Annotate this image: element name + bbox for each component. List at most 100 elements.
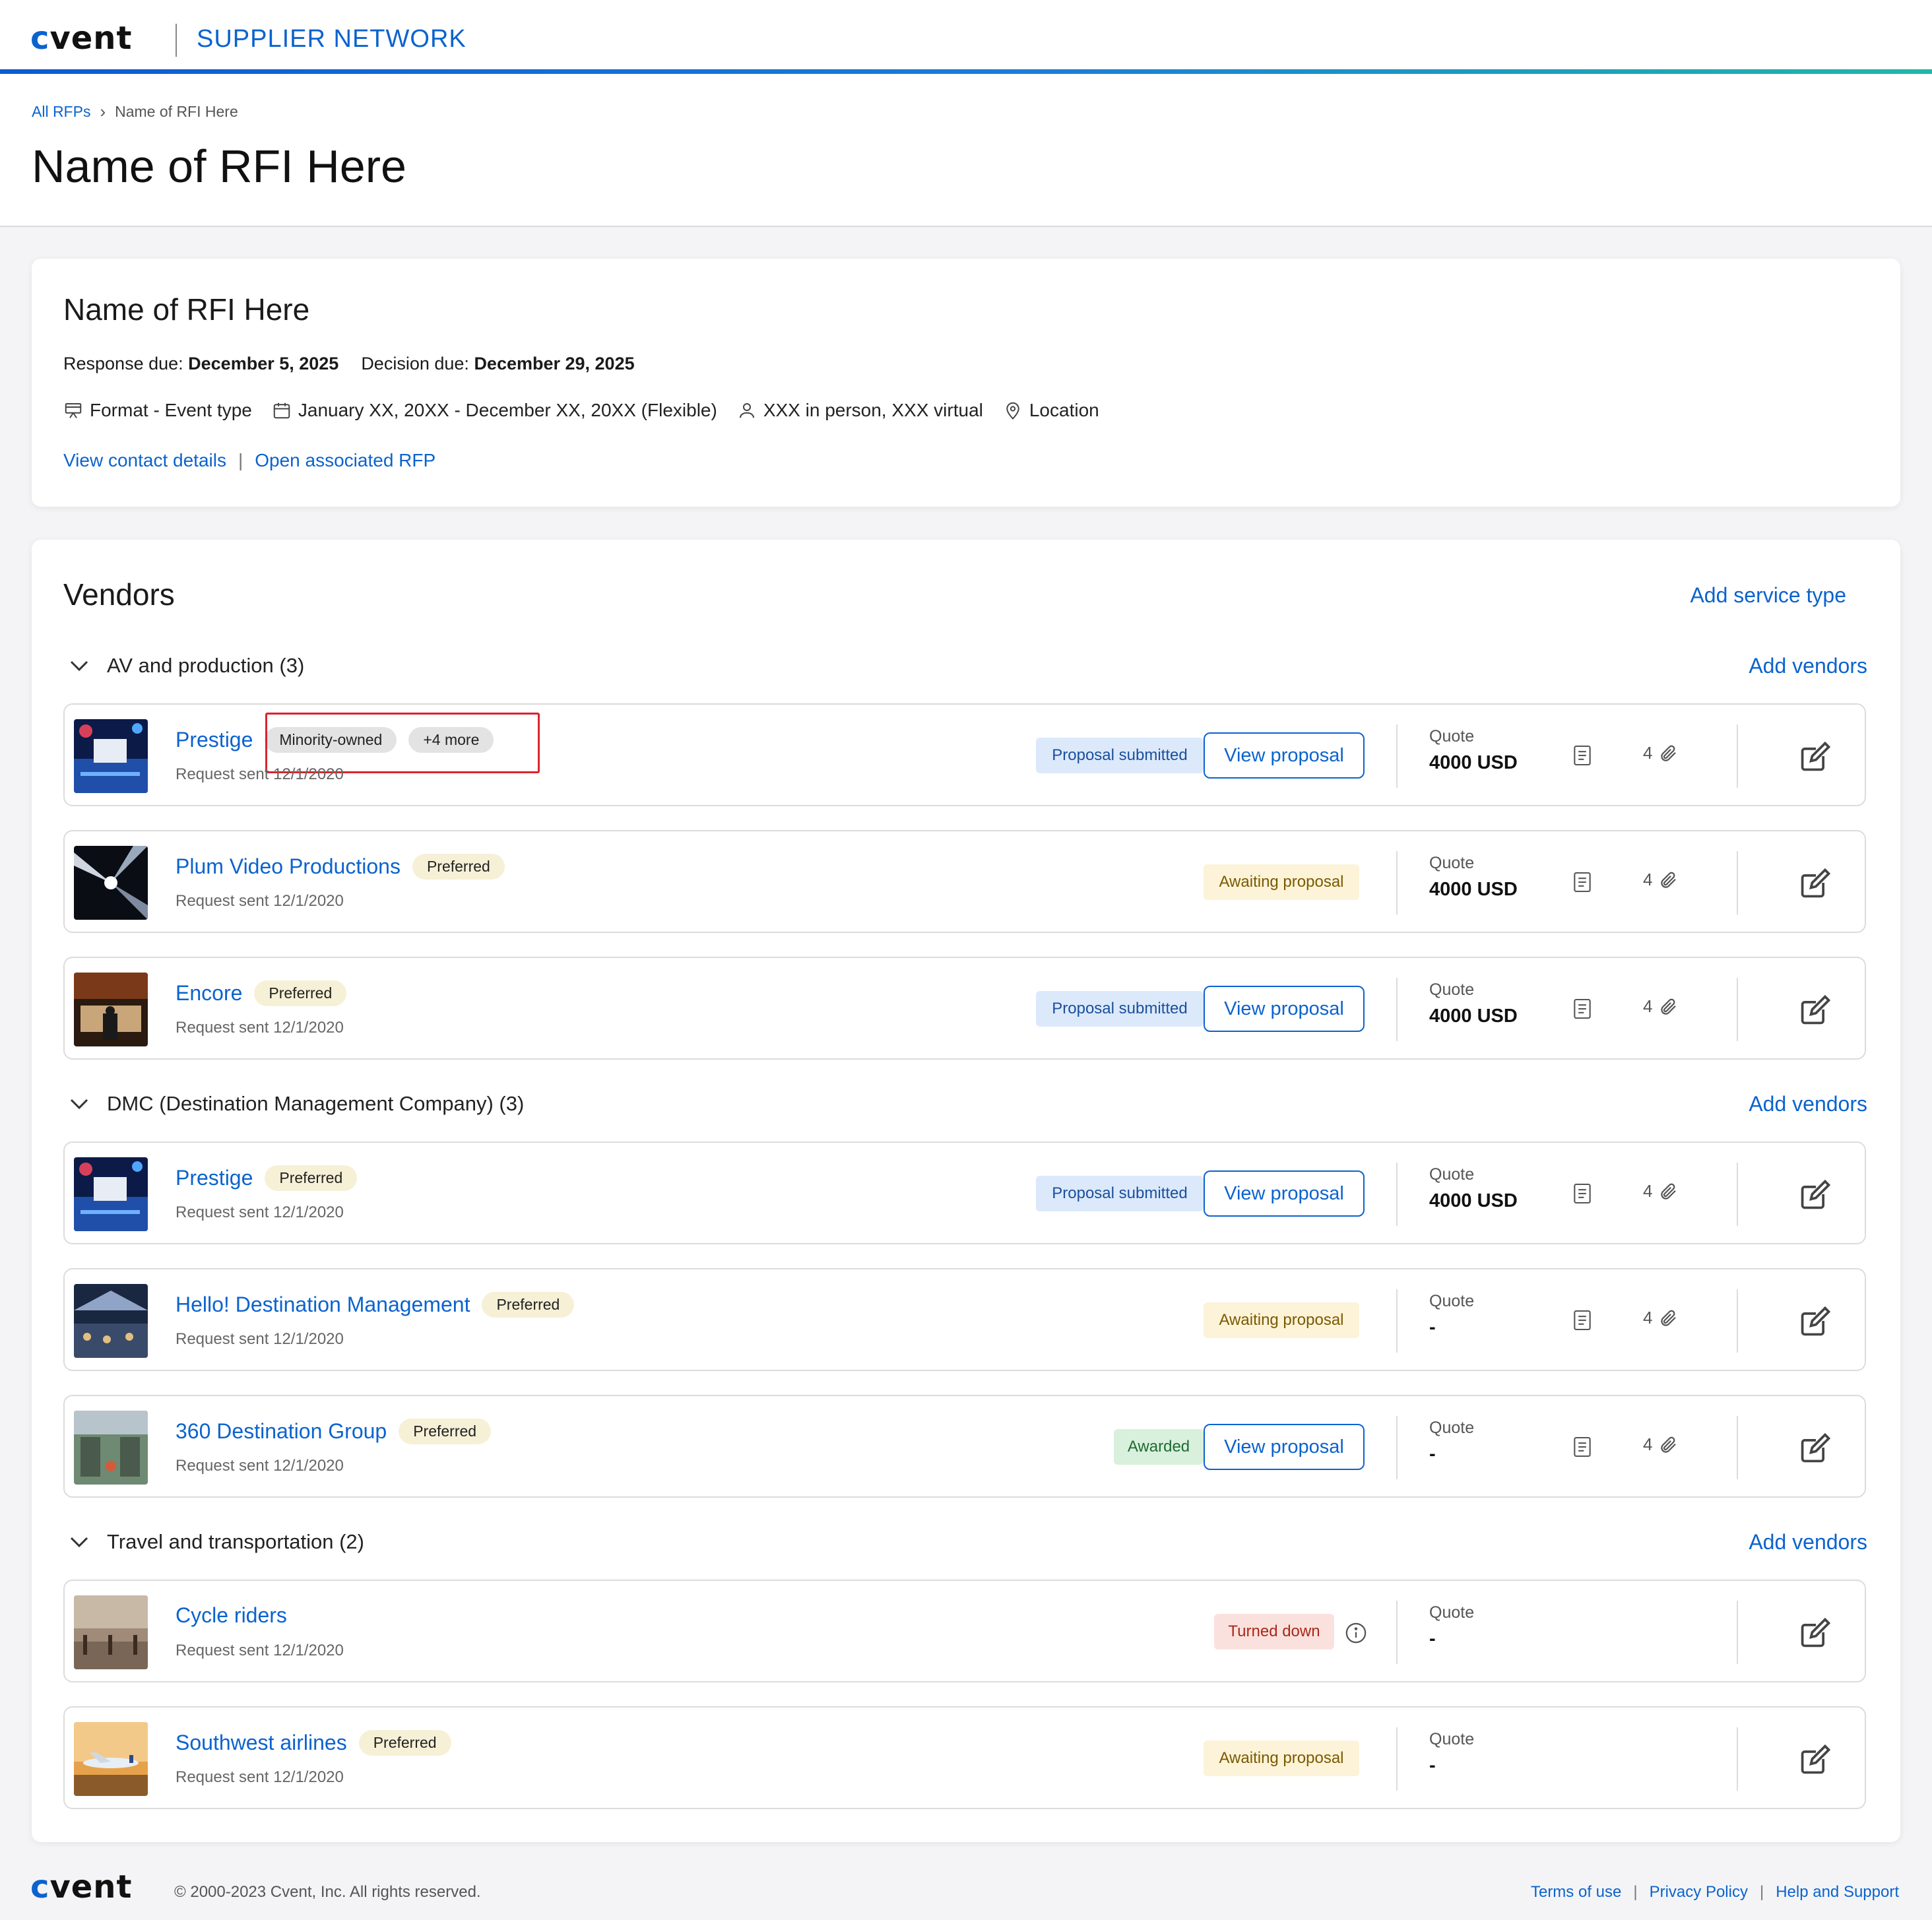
- preferred-badge: Preferred: [399, 1419, 492, 1444]
- vendor-name-link[interactable]: Plum Video Productions: [176, 854, 401, 879]
- vendor-name-link[interactable]: Southwest airlines: [176, 1731, 347, 1755]
- quote-value: 4000 USD: [1429, 879, 1518, 900]
- edit-icon[interactable]: [1799, 1742, 1833, 1776]
- view-proposal-button[interactable]: View proposal: [1204, 1424, 1365, 1470]
- meta-format-text: Format - Event type: [90, 400, 252, 420]
- divider: [1396, 1416, 1398, 1479]
- top-bar: cvent SUPPLIER NETWORK: [0, 0, 1932, 74]
- edit-icon[interactable]: [1799, 1177, 1833, 1211]
- request-sent-text: Request sent 12/1/2020: [176, 1203, 344, 1221]
- request-sent-text: Request sent 12/1/2020: [176, 892, 344, 910]
- divider: [1737, 1727, 1738, 1791]
- terms-of-use-link[interactable]: Terms of use: [1531, 1883, 1621, 1902]
- view-contact-details-link[interactable]: View contact details: [63, 450, 226, 471]
- vendor-name-group: Plum Video Productions Preferred: [176, 854, 505, 880]
- meta-dates-text: January XX, 20XX - December XX, 20XX (Fl…: [298, 400, 717, 420]
- help-and-support-link[interactable]: Help and Support: [1776, 1883, 1899, 1902]
- cvent-logo[interactable]: cvent: [30, 20, 132, 57]
- status-badge: Awaiting proposal: [1204, 1302, 1359, 1338]
- vendor-row: Cycle riders Request sent 12/1/2020 Turn…: [63, 1580, 1866, 1682]
- attachments[interactable]: 4: [1643, 1181, 1679, 1201]
- document-icon[interactable]: [1573, 871, 1592, 893]
- attachments[interactable]: 4: [1643, 743, 1679, 763]
- vendor-row: Encore Preferred Request sent 12/1/2020 …: [63, 957, 1866, 1060]
- edit-icon[interactable]: [1799, 992, 1833, 1027]
- person-icon: [739, 403, 754, 418]
- breadcrumb-all-rfps[interactable]: All RFPs: [32, 103, 90, 121]
- view-proposal-button[interactable]: View proposal: [1204, 1170, 1365, 1217]
- paperclip-icon: [1661, 1310, 1677, 1326]
- privacy-policy-link[interactable]: Privacy Policy: [1650, 1883, 1748, 1902]
- link-separator: |: [238, 450, 243, 470]
- status-badge: Turned down: [1214, 1614, 1334, 1649]
- rfi-summary-card: Name of RFI Here Response due: December …: [32, 259, 1900, 507]
- vendor-thumbnail: [74, 719, 148, 793]
- request-sent-text: Request sent 12/1/2020: [176, 1019, 344, 1037]
- view-proposal-button[interactable]: View proposal: [1204, 732, 1365, 779]
- attachments[interactable]: 4: [1643, 870, 1679, 890]
- due-dates: Response due: December 5, 2025 Decision …: [63, 354, 635, 374]
- edit-icon[interactable]: [1799, 739, 1833, 773]
- meta-location: Location: [1003, 400, 1099, 421]
- header-accent-bar: [0, 69, 1932, 74]
- copyright-text: © 2000-2023 Cvent, Inc. All rights reser…: [174, 1883, 481, 1901]
- vendor-name-link[interactable]: Prestige: [176, 1166, 253, 1190]
- vendor-name-link[interactable]: Prestige: [176, 728, 253, 752]
- quote-label: Quote: [1429, 1419, 1475, 1437]
- paperclip-icon: [1661, 1183, 1677, 1200]
- attachment-count: 4: [1643, 1181, 1653, 1201]
- breadcrumb: All RFPs › Name of RFI Here: [32, 102, 238, 122]
- chevron-down-icon[interactable]: [66, 653, 92, 679]
- add-service-type-link[interactable]: Add service type: [1690, 583, 1846, 608]
- document-icon[interactable]: [1573, 1182, 1592, 1205]
- quote-value: -: [1429, 1444, 1436, 1465]
- document-icon[interactable]: [1573, 1436, 1592, 1458]
- attachments[interactable]: 4: [1643, 1308, 1679, 1328]
- add-vendors-link[interactable]: Add vendors: [1749, 1530, 1867, 1554]
- vendor-thumbnail: [74, 973, 148, 1046]
- document-icon[interactable]: [1573, 744, 1592, 767]
- open-associated-rfp-link[interactable]: Open associated RFP: [255, 450, 435, 471]
- quote-label: Quote: [1429, 1165, 1475, 1184]
- quote-value: 4000 USD: [1429, 752, 1518, 773]
- vendor-name-link[interactable]: 360 Destination Group: [176, 1419, 387, 1444]
- edit-icon[interactable]: [1799, 1304, 1833, 1338]
- attachments[interactable]: 4: [1643, 996, 1679, 1017]
- status-badge: Proposal submitted: [1036, 991, 1204, 1027]
- quote-value: -: [1429, 1628, 1436, 1649]
- vendor-name-link[interactable]: Hello! Destination Management: [176, 1293, 470, 1317]
- preferred-badge: Preferred: [358, 1730, 451, 1756]
- add-vendors-link[interactable]: Add vendors: [1749, 654, 1867, 678]
- decision-due-label: Decision due:: [361, 354, 469, 373]
- decision-due-date: December 29, 2025: [474, 354, 635, 373]
- chevron-down-icon[interactable]: [66, 1529, 92, 1555]
- vendor-name-group: 360 Destination Group Preferred: [176, 1419, 492, 1444]
- section-av-production: AV and production (3) Add vendors: [66, 649, 1867, 682]
- status-badge: Proposal submitted: [1036, 1176, 1204, 1211]
- tag-badge: Minority-owned: [265, 727, 397, 753]
- vendor-thumbnail: [74, 1157, 148, 1231]
- edit-icon[interactable]: [1799, 866, 1833, 900]
- edit-icon[interactable]: [1799, 1615, 1833, 1649]
- vendor-row: Southwest airlines Preferred Request sen…: [63, 1706, 1866, 1809]
- vendor-name-link[interactable]: Cycle riders: [176, 1603, 287, 1628]
- more-tags-badge[interactable]: +4 more: [408, 727, 494, 753]
- supplier-network-title: SUPPLIER NETWORK: [197, 25, 467, 53]
- chevron-down-icon[interactable]: [66, 1091, 92, 1117]
- add-vendors-link[interactable]: Add vendors: [1749, 1092, 1867, 1116]
- vendors-card: Vendors Add service type AV and producti…: [32, 540, 1900, 1842]
- quote-label: Quote: [1429, 727, 1475, 746]
- document-icon[interactable]: [1573, 998, 1592, 1020]
- view-proposal-button[interactable]: View proposal: [1204, 986, 1365, 1032]
- vendor-name-link[interactable]: Encore: [176, 981, 242, 1006]
- request-sent-text: Request sent 12/1/2020: [176, 1768, 344, 1786]
- attachment-count: 4: [1643, 1308, 1653, 1328]
- attachments[interactable]: 4: [1643, 1434, 1679, 1455]
- section-title: AV and production (3): [107, 654, 305, 677]
- preferred-badge: Preferred: [254, 980, 347, 1006]
- info-icon[interactable]: [1345, 1622, 1367, 1644]
- edit-icon[interactable]: [1799, 1430, 1833, 1465]
- footer-links: Terms of use | Privacy Policy | Help and…: [1531, 1883, 1899, 1902]
- preferred-badge: Preferred: [265, 1165, 358, 1191]
- document-icon[interactable]: [1573, 1309, 1592, 1331]
